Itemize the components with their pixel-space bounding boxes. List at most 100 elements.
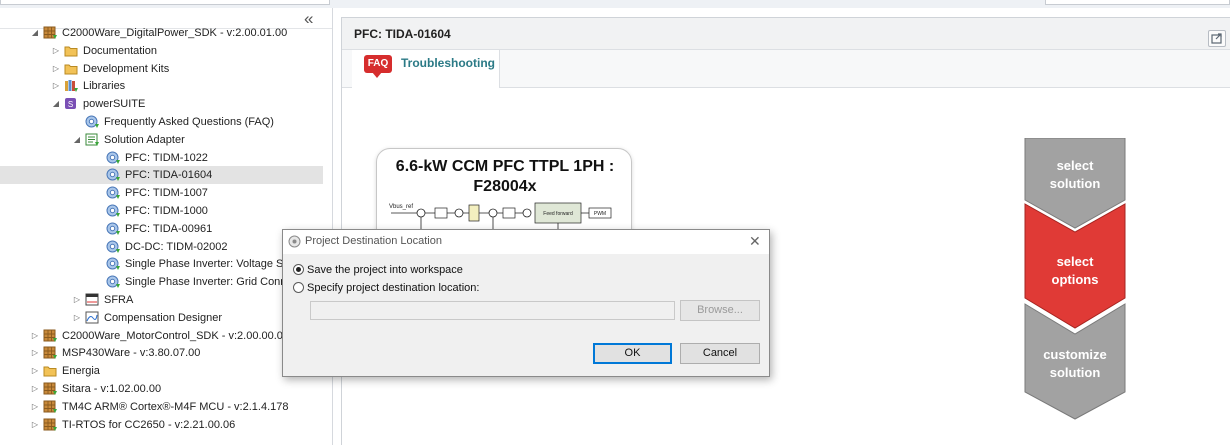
faq-badge-tail (372, 72, 382, 78)
package-icon (43, 418, 58, 432)
gear-icon (106, 168, 121, 182)
dialog-title: Project Destination Location (305, 235, 442, 247)
gear-icon (106, 222, 121, 236)
tree-item[interactable]: ▷ SFRA (0, 291, 323, 309)
collapsed-twisty-icon[interactable]: ▷ (51, 60, 61, 78)
resource-explorer-tree: « ◢ C2000Ware_DigitalPower_SDK - v:2.00.0… (0, 8, 333, 445)
folder-icon (64, 44, 79, 58)
option-specify-label: Specify project destination location: (307, 282, 480, 294)
collapsed-twisty-icon[interactable]: ▷ (30, 416, 40, 434)
option-workspace[interactable]: Save the project into workspace (293, 262, 593, 278)
collapsed-twisty-icon[interactable]: ▷ (72, 309, 82, 327)
tree-item[interactable]: PFC: TIDA-00961 (0, 220, 323, 238)
diagram-vbus-label: Vbus_ref (389, 204, 413, 210)
tree-item[interactable]: ◢ SpowerSUITE (0, 95, 323, 113)
option-workspace-label: Save the project into workspace (307, 264, 463, 276)
expanded-twisty-icon[interactable]: ◢ (72, 131, 82, 149)
tree-item[interactable]: ▷ TM4C ARM® Cortex®-M4F MCU - v:2.1.4.178 (0, 398, 323, 416)
tree-item[interactable]: ▷ TI-RTOS for CC2650 - v:2.21.00.06 (0, 416, 323, 434)
tree-item[interactable]: ▷ Compensation Designer (0, 309, 323, 327)
sfra-icon (85, 293, 100, 307)
top-left-field[interactable] (0, 0, 330, 5)
collapsed-twisty-icon[interactable]: ▷ (72, 291, 82, 309)
diagram-pwm-label: PWM (594, 211, 606, 217)
tree-item-label: Compensation Designer (104, 311, 223, 324)
workflow-steps: select solution select options customize… (1024, 138, 1126, 420)
step1-line2: solution (1050, 176, 1101, 191)
radio-specify[interactable] (293, 282, 304, 293)
tree-item[interactable]: ▷ Energia (0, 362, 323, 380)
tree-item-label: C2000Ware_MotorControl_SDK - v:2.00.00.0… (62, 329, 290, 342)
tree-item-label: PFC: TIDM-1022 (125, 151, 208, 164)
tree-item[interactable]: ▷ Development Kits (0, 60, 323, 78)
tree-item[interactable]: PFC: TIDM-1000 (0, 202, 323, 220)
collapsed-twisty-icon[interactable]: ▷ (51, 42, 61, 60)
tree-item[interactable]: ▷ Sitara - v:1.02.00.00 (0, 380, 323, 398)
destination-path-input[interactable] (310, 301, 675, 320)
tree-item-label: Sitara - v:1.02.00.00 (62, 383, 162, 395)
step2-line1: select (1057, 254, 1095, 269)
tree-item-label: PFC: TIDA-00961 (125, 222, 213, 235)
tree-item-label: Frequently Asked Questions (FAQ) (104, 116, 274, 128)
tab-troubleshooting[interactable]: FAQ Troubleshooting (352, 50, 500, 88)
tab-bar: FAQ Troubleshooting (342, 50, 1230, 88)
card-title-line2: F28004x (473, 178, 537, 195)
tree-item[interactable]: ◢ C2000Ware_DigitalPower_SDK - v:2.00.01.… (0, 24, 323, 42)
gear-icon (106, 204, 121, 218)
tree-item-label: PFC: TIDM-1000 (125, 205, 208, 217)
tree-item-label: Documentation (83, 44, 157, 57)
tree-item[interactable]: Frequently Asked Questions (FAQ) (0, 113, 323, 131)
tree-item[interactable]: Single Phase Inverter: Voltage Sou (0, 255, 323, 273)
faq-badge-icon: FAQ (364, 55, 392, 73)
browse-button[interactable]: Browse... (680, 300, 760, 321)
tree-item[interactable]: PFC: TIDA-01604 (0, 166, 323, 185)
card-title-line1: 6.6-kW CCM PFC TTPL 1PH : (395, 158, 615, 175)
collapsed-twisty-icon[interactable]: ▷ (30, 344, 40, 362)
collapsed-twisty-icon[interactable]: ▷ (30, 327, 40, 345)
tree-item[interactable]: ▷ C2000Ware_MotorControl_SDK - v:2.00.00.… (0, 327, 323, 345)
project-destination-dialog: Project Destination Location ✕ Save the … (282, 229, 770, 377)
expanded-twisty-icon[interactable]: ◢ (30, 24, 40, 42)
collapsed-twisty-icon[interactable]: ▷ (30, 398, 40, 416)
gear-icon (106, 240, 121, 254)
tree-item[interactable]: ▷ Libraries (0, 77, 323, 95)
ok-button[interactable]: OK (593, 343, 672, 364)
tree-item[interactable]: DC-DC: TIDM-02002 (0, 238, 323, 256)
close-icon[interactable]: ✕ (749, 233, 761, 250)
step1-line1: select (1057, 158, 1095, 173)
compensation-icon (85, 311, 100, 325)
package-icon (43, 329, 58, 343)
gear-icon (85, 115, 100, 129)
tree-item-label: DC-DC: TIDM-02002 (125, 240, 228, 253)
collapsed-twisty-icon[interactable]: ▷ (30, 362, 40, 380)
top-right-field[interactable] (1045, 0, 1230, 5)
package-icon (43, 382, 58, 396)
gear-icon (106, 257, 121, 271)
tree-item-label: Solution Adapter (104, 133, 185, 146)
open-external-icon[interactable] (1208, 30, 1226, 47)
folder-icon (64, 62, 79, 76)
dialog-titlebar[interactable]: Project Destination Location ✕ (283, 230, 769, 254)
radio-workspace[interactable] (293, 264, 304, 275)
gear-icon (106, 275, 121, 289)
package-icon (43, 26, 58, 40)
tree-item-label: TI-RTOS for CC2650 - v:2.21.00.06 (62, 418, 236, 431)
tree-item[interactable]: ▷ MSP430Ware - v:3.80.07.00 (0, 344, 323, 362)
tree-item[interactable]: PFC: TIDM-1007 (0, 184, 323, 202)
tree-item[interactable]: Single Phase Inverter: Grid Conne (0, 273, 323, 291)
tree-item-label: MSP430Ware - v:3.80.07.00 (62, 347, 201, 360)
tree-item[interactable]: PFC: TIDM-1022 (0, 149, 323, 167)
tree-item-label: PFC: TIDM-1007 (125, 187, 208, 200)
tree-item[interactable]: ▷ Documentation (0, 42, 323, 60)
collapsed-twisty-icon[interactable]: ▷ (51, 77, 61, 95)
card-title: 6.6-kW CCM PFC TTPL 1PH : F28004x (377, 157, 631, 197)
tree-item[interactable]: ◢ Solution Adapter (0, 131, 323, 149)
tree-item-label: SFRA (104, 294, 134, 306)
tree-item-label: Single Phase Inverter: Voltage Sou (125, 258, 296, 271)
expanded-twisty-icon[interactable]: ◢ (51, 95, 61, 113)
cancel-button[interactable]: Cancel (680, 343, 760, 364)
step3-line2: solution (1050, 365, 1101, 380)
collapsed-twisty-icon[interactable]: ▷ (30, 380, 40, 398)
powersuite-icon: S (64, 97, 79, 111)
option-specify[interactable]: Specify project destination location: (293, 280, 593, 296)
